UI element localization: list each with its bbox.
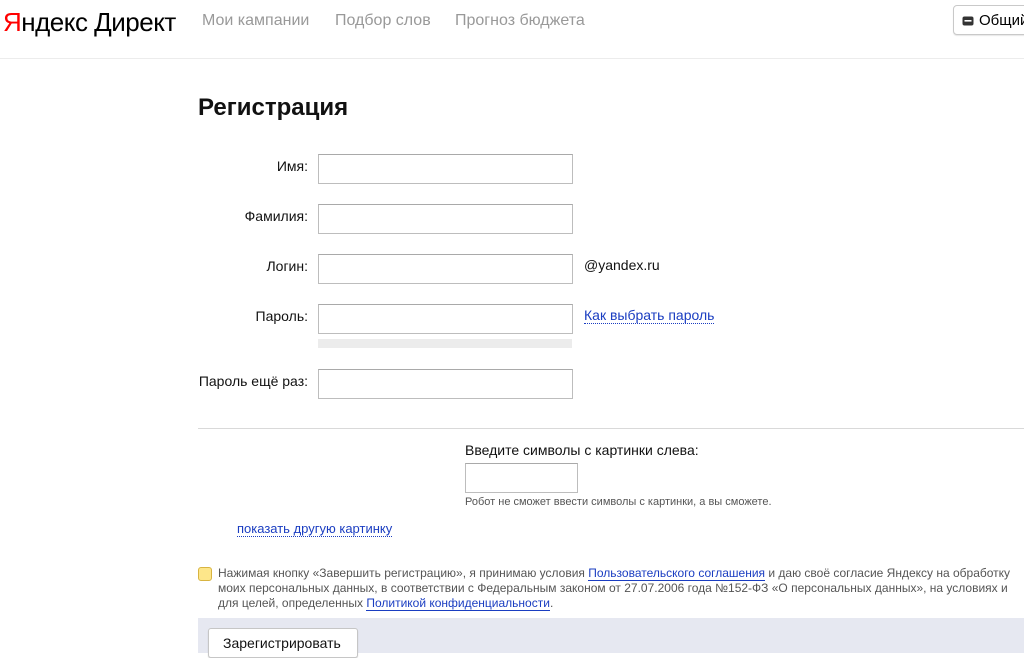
show-other-picture-link[interactable]: показать другую картинку	[237, 521, 393, 537]
page-title: Регистрация	[198, 94, 349, 121]
captcha-title: Введите символы с картинки слева:	[465, 442, 699, 458]
nav-word-selection[interactable]: Подбор слов	[335, 12, 431, 30]
nav-budget-forecast[interactable]: Прогноз бюджета	[455, 12, 585, 30]
register-button[interactable]: Зарегистрировать	[208, 628, 358, 658]
password-repeat-input[interactable]	[318, 369, 573, 399]
how-to-choose-password-link[interactable]: Как выбрать пароль	[584, 307, 715, 324]
logo-letter-ya: Я	[3, 7, 22, 37]
password-input[interactable]	[318, 304, 573, 334]
general-button-label: Общий	[979, 11, 1024, 29]
login-domain-suffix: @yandex.ru	[584, 257, 660, 273]
privacy-policy-link[interactable]: Политикой конфиденциальности	[366, 596, 550, 611]
login-input[interactable]	[318, 254, 573, 284]
captcha-hint: Робот не сможет ввести символы с картинк…	[465, 496, 772, 508]
agreement-text: Нажимая кнопку «Завершить регистрацию», …	[218, 566, 1018, 611]
top-header: Яндекс Директ Мои кампании Подбор слов П…	[0, 0, 1024, 59]
password-label: Пароль:	[255, 308, 308, 324]
section-divider	[198, 428, 1024, 429]
last-name-label: Фамилия:	[244, 208, 308, 224]
first-name-input[interactable]	[318, 154, 573, 184]
general-account-button[interactable]: Общий	[953, 5, 1024, 35]
logo-yandex-rest: ндекс	[21, 7, 88, 37]
agreement-text-part-1: Нажимая кнопку «Завершить регистрацию», …	[218, 566, 589, 580]
user-agreement-link[interactable]: Пользовательского соглашения	[588, 566, 766, 581]
agreement-text-part-3: .	[549, 596, 554, 610]
login-label: Логин:	[266, 258, 308, 274]
yandex-direct-logo[interactable]: Яндекс Директ	[3, 7, 176, 38]
password-strength-bar	[318, 339, 572, 348]
password-repeat-label: Пароль ещё раз:	[198, 373, 308, 389]
agreement-checkbox[interactable]	[198, 567, 212, 581]
nav-my-campaigns[interactable]: Мои кампании	[202, 12, 309, 30]
wallet-icon	[962, 14, 974, 26]
logo-direct: Директ	[94, 7, 176, 37]
first-name-label: Имя:	[276, 158, 308, 174]
captcha-input[interactable]	[465, 463, 578, 493]
last-name-input[interactable]	[318, 204, 573, 234]
